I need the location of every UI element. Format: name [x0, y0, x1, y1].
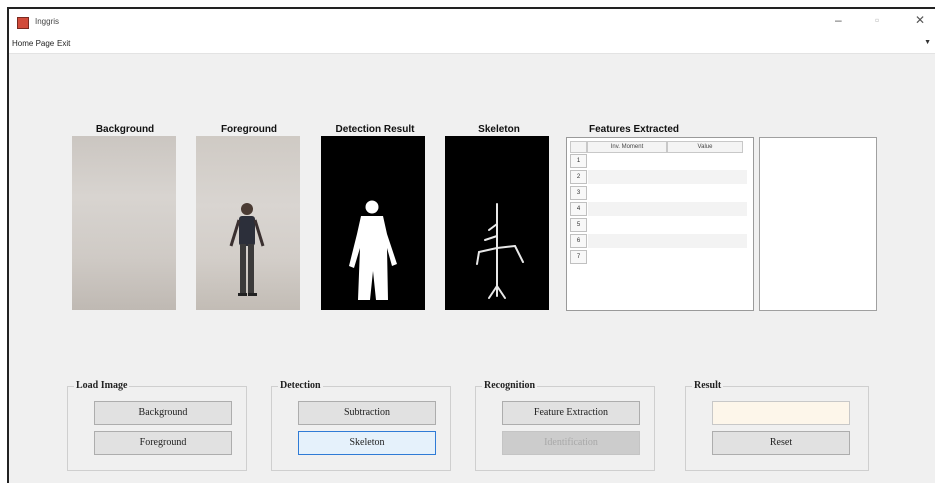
- row-header: 4: [570, 202, 587, 216]
- foreground-image: [196, 136, 300, 310]
- recognition-group: Recognition Feature Extraction Identific…: [475, 380, 655, 471]
- detection-result-image: [321, 136, 425, 310]
- result-group-label: Result: [692, 380, 724, 391]
- menu-overflow-icon[interactable]: ▼: [924, 39, 931, 46]
- load-image-group-label: Load Image: [74, 380, 130, 391]
- table-row[interactable]: [588, 234, 747, 248]
- table-row[interactable]: [588, 154, 747, 168]
- silhouette-figure: [349, 200, 397, 300]
- title-bar: Inggris – ▫ ✕: [9, 9, 935, 35]
- menu-home-page[interactable]: Home Page: [12, 39, 54, 48]
- recognition-group-label: Recognition: [482, 380, 538, 391]
- table-corner: [570, 141, 587, 153]
- column-header-inv-moment[interactable]: Inv. Moment: [587, 141, 667, 153]
- maximize-icon[interactable]: ▫: [875, 13, 879, 27]
- features-extracted-title: Features Extracted: [589, 124, 680, 135]
- load-background-button[interactable]: Background: [94, 401, 232, 425]
- feature-extraction-button[interactable]: Feature Extraction: [502, 401, 640, 425]
- row-header: 5: [570, 218, 587, 232]
- background-image-label: Background: [95, 124, 155, 135]
- subtraction-button[interactable]: Subtraction: [298, 401, 436, 425]
- menu-exit[interactable]: Exit: [57, 39, 70, 48]
- minimize-icon[interactable]: –: [835, 13, 842, 27]
- skeleton-figure: [476, 203, 524, 299]
- foreground-image-label: Foreground: [220, 124, 278, 135]
- skeleton-button[interactable]: Skeleton: [298, 431, 436, 455]
- menu-bar: Home Page Exit ▼: [9, 35, 935, 54]
- background-image: [72, 136, 176, 310]
- detection-group-label: Detection: [278, 380, 323, 391]
- table-row[interactable]: [588, 170, 747, 184]
- identification-button[interactable]: Identification: [502, 431, 640, 455]
- table-row[interactable]: [588, 202, 747, 216]
- detection-result-label: Detection Result: [335, 124, 415, 135]
- table-row[interactable]: [588, 218, 747, 232]
- result-group: Result Reset: [685, 380, 869, 471]
- person-figure: [229, 203, 265, 296]
- load-image-group: Load Image Background Foreground: [67, 380, 247, 471]
- app-window: Inggris – ▫ ✕ Home Page Exit ▼ Backgroun…: [7, 7, 935, 483]
- row-header: 3: [570, 186, 587, 200]
- window-title: Inggris: [35, 17, 60, 26]
- skeleton-image-label: Skeleton: [478, 124, 520, 135]
- row-header: 1: [570, 154, 587, 168]
- app-icon: [17, 17, 29, 29]
- table-row[interactable]: [588, 186, 747, 200]
- table-row[interactable]: [588, 250, 747, 264]
- column-header-value[interactable]: Value: [667, 141, 743, 153]
- close-icon[interactable]: ✕: [915, 13, 925, 27]
- features-table[interactable]: Inv. Moment Value 1 2 3 4 5 6 7: [566, 137, 754, 311]
- row-header: 2: [570, 170, 587, 184]
- skeleton-image: [445, 136, 549, 310]
- row-header: 7: [570, 250, 587, 264]
- result-field: [712, 401, 850, 425]
- reset-button[interactable]: Reset: [712, 431, 850, 455]
- load-foreground-button[interactable]: Foreground: [94, 431, 232, 455]
- features-output-box[interactable]: [759, 137, 877, 311]
- row-header: 6: [570, 234, 587, 248]
- detection-group: Detection Subtraction Skeleton: [271, 380, 451, 471]
